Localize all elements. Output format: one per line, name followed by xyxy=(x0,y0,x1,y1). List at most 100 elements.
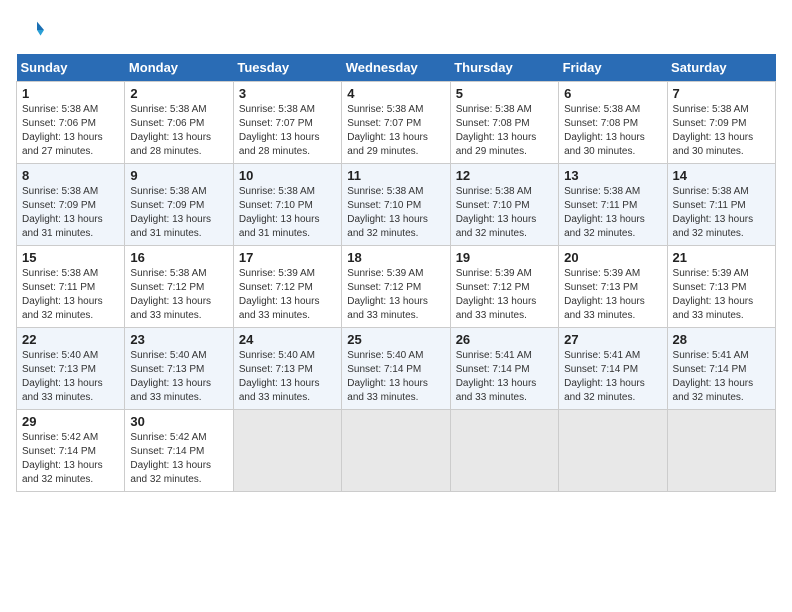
logo xyxy=(16,16,48,44)
day-info: Sunrise: 5:41 AM Sunset: 7:14 PM Dayligh… xyxy=(673,349,770,405)
calendar-week-row: 15 Sunrise: 5:38 AM Sunset: 7:11 PM Dayli… xyxy=(17,246,776,328)
calendar-week-row: 8 Sunrise: 5:38 AM Sunset: 7:09 PM Daylig… xyxy=(17,164,776,246)
calendar-cell: 27 Sunrise: 5:41 AM Sunset: 7:14 PM Dayli… xyxy=(559,328,667,410)
calendar-week-row: 1Sunrise: 5:38 AM Sunset: 7:06 PM Daylig… xyxy=(17,82,776,164)
logo-icon xyxy=(16,16,44,44)
calendar-cell: 2 Sunrise: 5:38 AM Sunset: 7:06 PM Daylig… xyxy=(125,82,233,164)
day-info: Sunrise: 5:38 AM Sunset: 7:09 PM Dayligh… xyxy=(130,185,227,241)
day-info: Sunrise: 5:38 AM Sunset: 7:10 PM Dayligh… xyxy=(239,185,336,241)
weekday-header: Saturday xyxy=(667,54,775,82)
calendar-cell: 10 Sunrise: 5:38 AM Sunset: 7:10 PM Dayli… xyxy=(233,164,341,246)
calendar-cell: 20Sunrise: 5:39 AM Sunset: 7:13 PM Dayli… xyxy=(559,246,667,328)
day-info: Sunrise: 5:38 AM Sunset: 7:11 PM Dayligh… xyxy=(673,185,770,241)
day-number: 26 xyxy=(456,332,553,347)
day-info: Sunrise: 5:38 AM Sunset: 7:08 PM Dayligh… xyxy=(456,103,553,159)
day-number: 4 xyxy=(347,86,444,101)
day-info: Sunrise: 5:38 AM Sunset: 7:11 PM Dayligh… xyxy=(564,185,661,241)
day-number: 28 xyxy=(673,332,770,347)
day-number: 13 xyxy=(564,168,661,183)
day-info: Sunrise: 5:42 AM Sunset: 7:14 PM Dayligh… xyxy=(130,431,227,487)
day-number: 7 xyxy=(673,86,770,101)
day-number: 21 xyxy=(673,250,770,265)
calendar-cell xyxy=(233,410,341,492)
day-info: Sunrise: 5:40 AM Sunset: 7:13 PM Dayligh… xyxy=(130,349,227,405)
calendar-cell: 30Sunrise: 5:42 AM Sunset: 7:14 PM Dayli… xyxy=(125,410,233,492)
weekday-header: Thursday xyxy=(450,54,558,82)
day-info: Sunrise: 5:42 AM Sunset: 7:14 PM Dayligh… xyxy=(22,431,119,487)
weekday-header: Tuesday xyxy=(233,54,341,82)
day-number: 25 xyxy=(347,332,444,347)
calendar-week-row: 22 Sunrise: 5:40 AM Sunset: 7:13 PM Dayli… xyxy=(17,328,776,410)
day-info: Sunrise: 5:38 AM Sunset: 7:08 PM Dayligh… xyxy=(564,103,661,159)
calendar-cell: 22 Sunrise: 5:40 AM Sunset: 7:13 PM Dayli… xyxy=(17,328,125,410)
day-info: Sunrise: 5:38 AM Sunset: 7:06 PM Dayligh… xyxy=(22,103,119,159)
day-info: Sunrise: 5:40 AM Sunset: 7:13 PM Dayligh… xyxy=(22,349,119,405)
calendar-cell: 29 Sunrise: 5:42 AM Sunset: 7:14 PM Dayli… xyxy=(17,410,125,492)
calendar-cell: 21 Sunrise: 5:39 AM Sunset: 7:13 PM Dayli… xyxy=(667,246,775,328)
day-number: 12 xyxy=(456,168,553,183)
calendar-week-row: 29 Sunrise: 5:42 AM Sunset: 7:14 PM Dayli… xyxy=(17,410,776,492)
day-number: 14 xyxy=(673,168,770,183)
calendar-cell: 12 Sunrise: 5:38 AM Sunset: 7:10 PM Dayli… xyxy=(450,164,558,246)
calendar-cell: 9 Sunrise: 5:38 AM Sunset: 7:09 PM Daylig… xyxy=(125,164,233,246)
calendar-cell: 15 Sunrise: 5:38 AM Sunset: 7:11 PM Dayli… xyxy=(17,246,125,328)
day-info: Sunrise: 5:38 AM Sunset: 7:12 PM Dayligh… xyxy=(130,267,227,323)
calendar-cell: 14 Sunrise: 5:38 AM Sunset: 7:11 PM Dayli… xyxy=(667,164,775,246)
day-number: 17 xyxy=(239,250,336,265)
day-info: Sunrise: 5:40 AM Sunset: 7:14 PM Dayligh… xyxy=(347,349,444,405)
day-number: 16 xyxy=(130,250,227,265)
calendar-cell: 26 Sunrise: 5:41 AM Sunset: 7:14 PM Dayli… xyxy=(450,328,558,410)
calendar-cell: 18 Sunrise: 5:39 AM Sunset: 7:12 PM Dayli… xyxy=(342,246,450,328)
calendar-cell: 24Sunrise: 5:40 AM Sunset: 7:13 PM Dayli… xyxy=(233,328,341,410)
day-info: Sunrise: 5:38 AM Sunset: 7:07 PM Dayligh… xyxy=(239,103,336,159)
day-number: 2 xyxy=(130,86,227,101)
day-info: Sunrise: 5:38 AM Sunset: 7:09 PM Dayligh… xyxy=(22,185,119,241)
day-number: 19 xyxy=(456,250,553,265)
calendar-cell: 17Sunrise: 5:39 AM Sunset: 7:12 PM Dayli… xyxy=(233,246,341,328)
calendar-cell: 1Sunrise: 5:38 AM Sunset: 7:06 PM Daylig… xyxy=(17,82,125,164)
calendar-cell: 19 Sunrise: 5:39 AM Sunset: 7:12 PM Dayli… xyxy=(450,246,558,328)
day-info: Sunrise: 5:38 AM Sunset: 7:10 PM Dayligh… xyxy=(347,185,444,241)
calendar-cell: 5Sunrise: 5:38 AM Sunset: 7:08 PM Daylig… xyxy=(450,82,558,164)
calendar-cell: 3 Sunrise: 5:38 AM Sunset: 7:07 PM Daylig… xyxy=(233,82,341,164)
day-number: 20 xyxy=(564,250,661,265)
weekday-header: Sunday xyxy=(17,54,125,82)
calendar-cell xyxy=(342,410,450,492)
day-number: 9 xyxy=(130,168,227,183)
calendar-cell: 6 Sunrise: 5:38 AM Sunset: 7:08 PM Daylig… xyxy=(559,82,667,164)
day-info: Sunrise: 5:41 AM Sunset: 7:14 PM Dayligh… xyxy=(564,349,661,405)
day-info: Sunrise: 5:38 AM Sunset: 7:11 PM Dayligh… xyxy=(22,267,119,323)
day-info: Sunrise: 5:41 AM Sunset: 7:14 PM Dayligh… xyxy=(456,349,553,405)
weekday-header: Wednesday xyxy=(342,54,450,82)
calendar-cell xyxy=(667,410,775,492)
header-row: SundayMondayTuesdayWednesdayThursdayFrid… xyxy=(17,54,776,82)
calendar-cell: 4Sunrise: 5:38 AM Sunset: 7:07 PM Daylig… xyxy=(342,82,450,164)
day-number: 10 xyxy=(239,168,336,183)
day-info: Sunrise: 5:39 AM Sunset: 7:12 PM Dayligh… xyxy=(456,267,553,323)
day-number: 29 xyxy=(22,414,119,429)
day-number: 6 xyxy=(564,86,661,101)
calendar-cell: 8 Sunrise: 5:38 AM Sunset: 7:09 PM Daylig… xyxy=(17,164,125,246)
day-number: 22 xyxy=(22,332,119,347)
calendar-cell xyxy=(450,410,558,492)
calendar-cell: 13 Sunrise: 5:38 AM Sunset: 7:11 PM Dayli… xyxy=(559,164,667,246)
day-number: 15 xyxy=(22,250,119,265)
page-header xyxy=(16,16,776,44)
day-number: 8 xyxy=(22,168,119,183)
day-number: 3 xyxy=(239,86,336,101)
calendar-cell xyxy=(559,410,667,492)
day-number: 11 xyxy=(347,168,444,183)
calendar-cell: 11 Sunrise: 5:38 AM Sunset: 7:10 PM Dayli… xyxy=(342,164,450,246)
day-info: Sunrise: 5:38 AM Sunset: 7:09 PM Dayligh… xyxy=(673,103,770,159)
day-number: 18 xyxy=(347,250,444,265)
day-info: Sunrise: 5:39 AM Sunset: 7:13 PM Dayligh… xyxy=(673,267,770,323)
day-info: Sunrise: 5:40 AM Sunset: 7:13 PM Dayligh… xyxy=(239,349,336,405)
day-info: Sunrise: 5:39 AM Sunset: 7:12 PM Dayligh… xyxy=(347,267,444,323)
calendar-cell: 7 Sunrise: 5:38 AM Sunset: 7:09 PM Daylig… xyxy=(667,82,775,164)
day-info: Sunrise: 5:38 AM Sunset: 7:10 PM Dayligh… xyxy=(456,185,553,241)
calendar-table: SundayMondayTuesdayWednesdayThursdayFrid… xyxy=(16,54,776,492)
day-number: 27 xyxy=(564,332,661,347)
calendar-cell: 25 Sunrise: 5:40 AM Sunset: 7:14 PM Dayli… xyxy=(342,328,450,410)
calendar-cell: 28 Sunrise: 5:41 AM Sunset: 7:14 PM Dayli… xyxy=(667,328,775,410)
day-info: Sunrise: 5:38 AM Sunset: 7:06 PM Dayligh… xyxy=(130,103,227,159)
